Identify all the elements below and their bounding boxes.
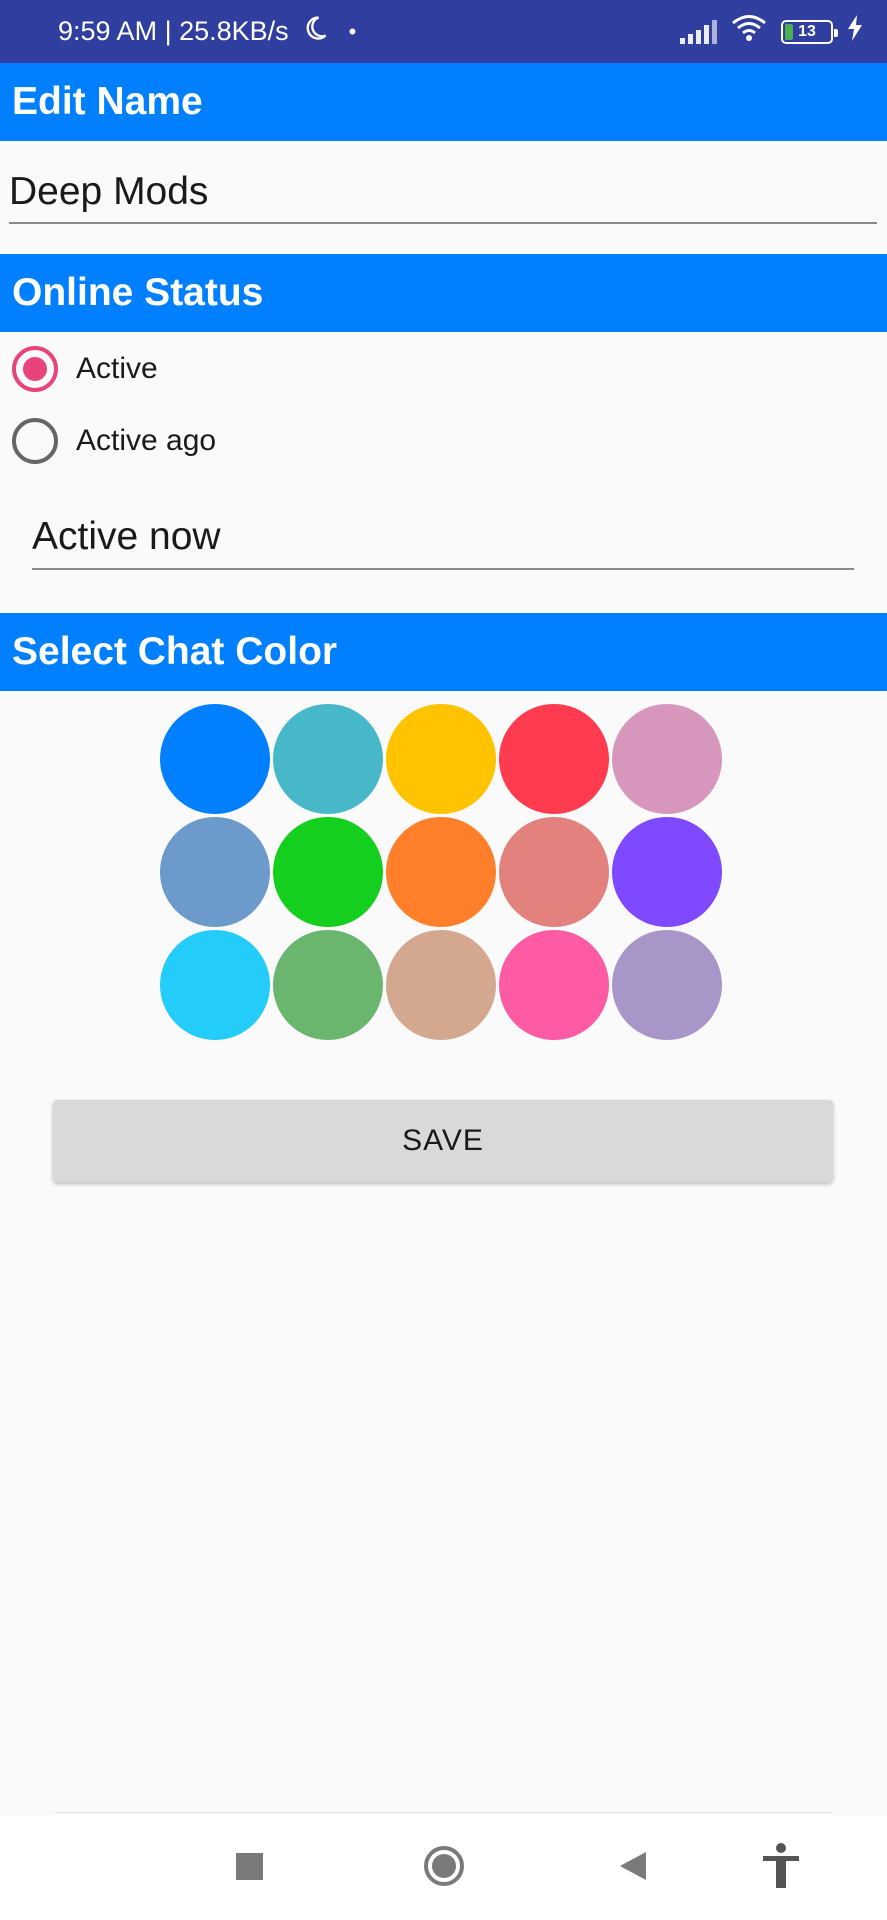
color-grid [160,704,722,1040]
name-input[interactable] [9,168,877,224]
color-swatch[interactable] [499,704,609,814]
color-swatch[interactable] [160,930,270,1040]
accessibility-icon[interactable] [756,1841,806,1891]
signal-icon [680,19,717,44]
status-bar: 9:59 AM | 25.8KB/s • 13 [0,0,887,63]
nav-divider [55,1812,832,1813]
wifi-icon [731,14,767,49]
radio-active-label: Active [76,352,158,385]
back-icon[interactable] [608,1841,658,1891]
moon-icon [301,14,329,49]
status-time: 9:59 AM | 25.8KB/s [58,16,289,46]
status-right: 13 [680,0,863,63]
charging-icon [847,15,863,48]
navigation-bar [0,1815,887,1920]
radio-active-ago[interactable]: Active ago [12,418,216,464]
radio-unchecked-icon[interactable] [12,418,58,464]
color-swatch[interactable] [386,704,496,814]
chat-color-header: Select Chat Color [0,613,887,691]
battery-level: 13 [798,22,816,40]
color-swatch[interactable] [386,930,496,1040]
color-swatch[interactable] [499,930,609,1040]
radio-active-ago-label: Active ago [76,424,217,457]
color-swatch[interactable] [386,817,496,927]
status-text-input[interactable] [32,512,854,570]
color-swatch[interactable] [612,817,722,927]
save-button[interactable]: SAVE [53,1100,833,1182]
status-dot: • [348,18,357,44]
home-icon[interactable] [419,1841,469,1891]
edit-name-header: Edit Name [0,63,887,141]
color-swatch[interactable] [273,817,383,927]
color-swatch[interactable] [160,817,270,927]
color-swatch[interactable] [160,704,270,814]
color-swatch[interactable] [612,704,722,814]
battery-icon: 13 [781,19,838,44]
color-swatch[interactable] [273,704,383,814]
color-swatch[interactable] [612,930,722,1040]
online-status-header: Online Status [0,254,887,332]
radio-checked-icon[interactable] [12,346,58,392]
radio-active[interactable]: Active [12,346,158,392]
color-swatch[interactable] [499,817,609,927]
status-left: 9:59 AM | 25.8KB/s • [58,14,356,49]
color-swatch[interactable] [273,930,383,1040]
recents-icon[interactable] [224,1841,274,1891]
